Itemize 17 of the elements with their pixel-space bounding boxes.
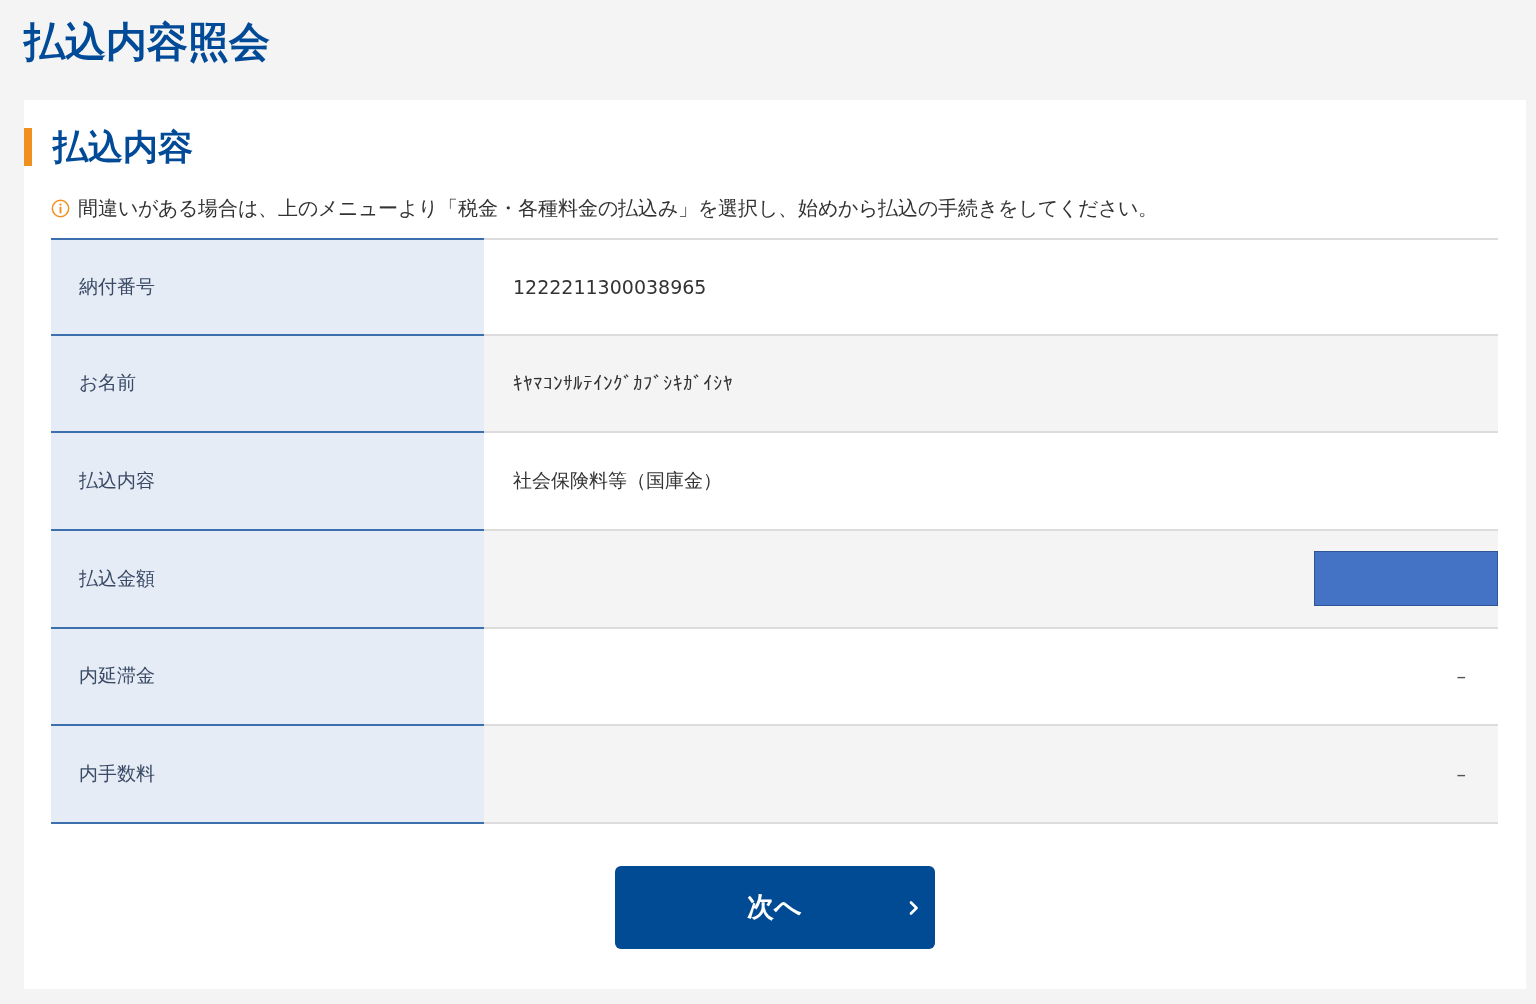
notice-text: 間違いがある場合は、上のメニューより「税金・各種料金の払込み」を選択し、始めから払込の手続きをしてください。: [78, 195, 1158, 222]
amount-text: –: [1456, 763, 1466, 786]
row-label-cell: 内延滞金: [51, 628, 484, 727]
page-title: 払込内容照会: [24, 17, 270, 67]
row-label-cell: 払込金額: [51, 530, 484, 629]
chevron-right-icon: [908, 900, 919, 915]
row-label-cell: 納付番号: [51, 238, 484, 336]
info-icon: [51, 198, 70, 218]
section-heading: 払込内容: [24, 128, 193, 166]
row-label-cell: 払込内容: [51, 433, 484, 531]
value-text: 社会保険料等（国庫金）: [513, 468, 722, 494]
row-label-cell: 内手数料: [51, 726, 484, 824]
amount-text: –: [1456, 665, 1466, 688]
value-text: 1222211300038965: [513, 275, 707, 298]
value-text: ｷﾔﾏｺﾝｻﾙﾃｲﾝｸﾞｶﾌﾞｼｷｶﾞｲｼﾔ: [513, 372, 733, 395]
next-button[interactable]: 次へ: [614, 865, 935, 949]
row-label-cell: お名前: [51, 335, 484, 434]
